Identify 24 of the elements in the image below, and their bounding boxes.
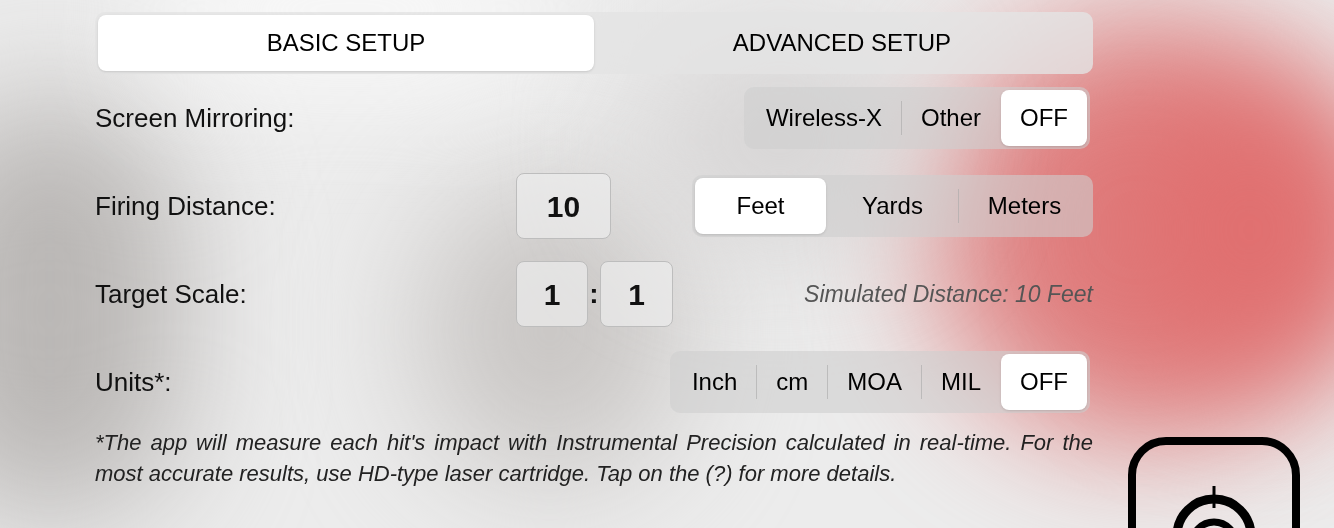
simulated-distance-note: Simulated Distance: 10 Feet: [804, 279, 1093, 309]
number-field[interactable]: 1: [600, 261, 673, 327]
segment-option[interactable]: Other: [901, 90, 1000, 146]
number-field[interactable]: 1: [516, 261, 588, 327]
segment-option[interactable]: Meters: [959, 178, 1090, 234]
setting-label: Target Scale:: [95, 277, 248, 311]
number-field[interactable]: 10: [516, 173, 611, 239]
target-icon: [1127, 436, 1301, 528]
segment-option[interactable]: OFF: [1001, 90, 1087, 146]
segment-option[interactable]: Yards: [827, 178, 958, 234]
ratio-separator: :: [588, 277, 600, 311]
footnote: *The app will measure each hit's impact with Instrumental Precision calculated in real-time. For the most accurate results, use HD-type laser cartridge. Tap on the (?) for more details.: [95, 429, 1093, 488]
segment-option[interactable]: MOA: [828, 354, 921, 410]
setup-tab[interactable]: BASIC SETUP: [98, 15, 594, 71]
segment-option[interactable]: cm: [757, 354, 828, 410]
setting-label: Firing Distance:: [95, 189, 277, 223]
setting-label: Screen Mirroring:: [95, 101, 296, 135]
setup-tab[interactable]: ADVANCED SETUP: [594, 15, 1090, 71]
segment-option[interactable]: MIL: [922, 354, 1000, 410]
segment-option[interactable]: Feet: [695, 178, 826, 234]
segment-option[interactable]: OFF: [1001, 354, 1087, 410]
segment-option[interactable]: Inch: [672, 354, 757, 410]
segment-option[interactable]: Wireless-X: [746, 90, 901, 146]
setting-label: Units*:: [95, 365, 173, 399]
